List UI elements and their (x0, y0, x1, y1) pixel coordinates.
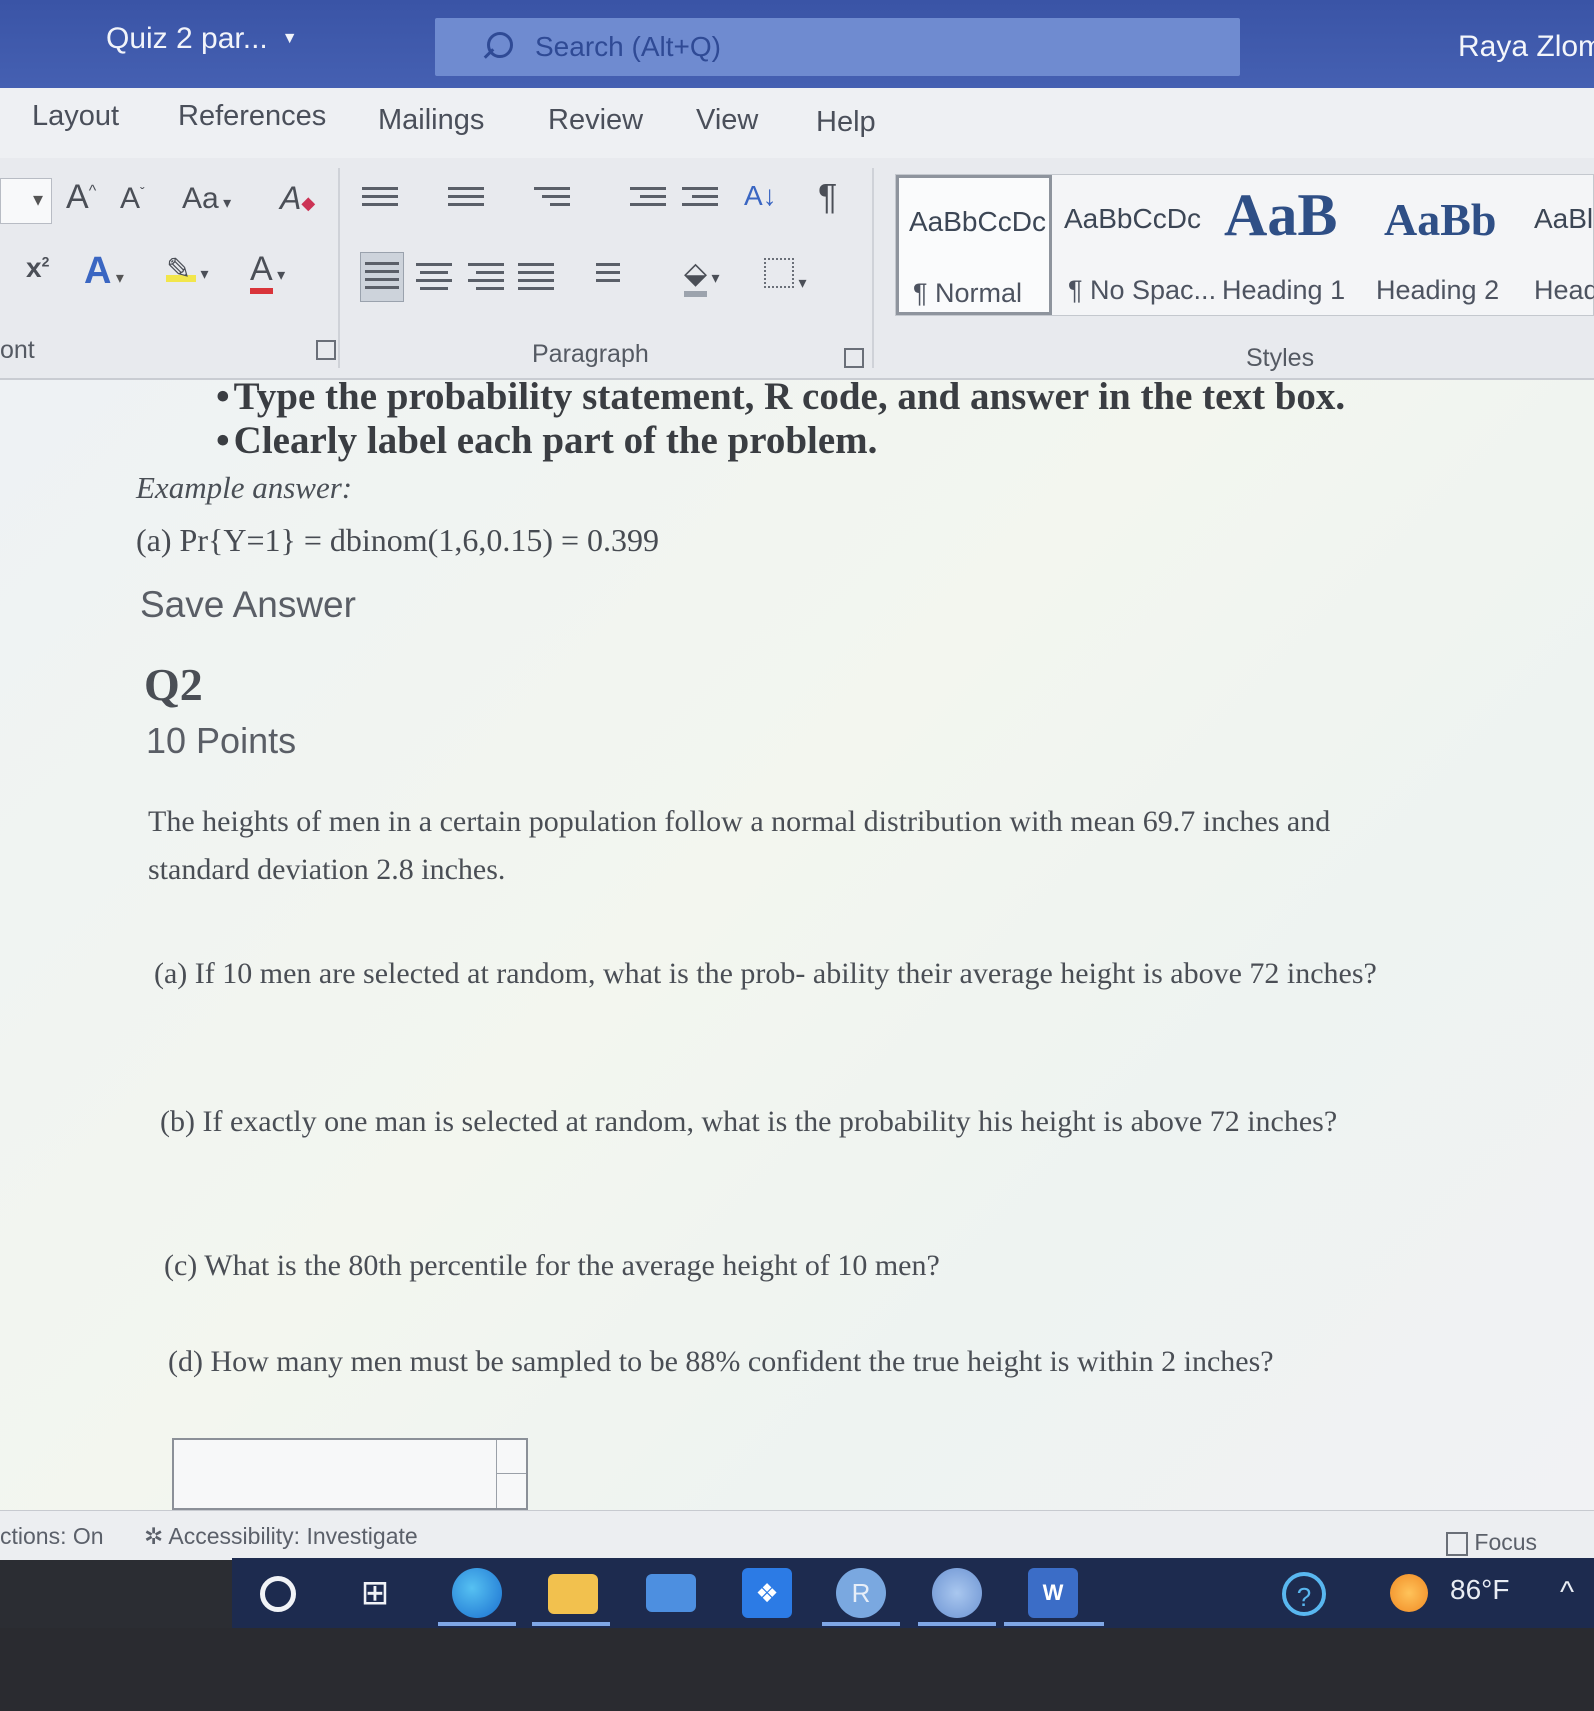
status-bar: ctions: On ✲ Accessibility: Investigate … (0, 1510, 1594, 1560)
running-indicator (438, 1622, 516, 1626)
justify-icon[interactable] (518, 258, 554, 292)
search-icon (481, 32, 513, 62)
search-box[interactable] (435, 18, 1240, 76)
question-part-a: (a) If 10 men are selected at random, wh… (154, 957, 1377, 990)
ribbon-divider (872, 168, 874, 368)
running-indicator (822, 1622, 900, 1626)
running-indicator (918, 1622, 996, 1626)
change-case-button[interactable]: Aa ▾ (182, 182, 231, 216)
tab-review[interactable]: Review (548, 104, 643, 137)
style-heading-3[interactable]: AaBl Head (1534, 175, 1594, 315)
dropbox-icon[interactable]: ❖ (742, 1568, 792, 1618)
clear-formatting-button[interactable]: A◆ (280, 180, 315, 217)
document-area: Type the probability statement, R code, … (0, 380, 1594, 1510)
tab-layout[interactable]: Layout (32, 100, 119, 133)
question-intro: The heights of men in a certain populati… (148, 805, 1331, 886)
accessibility-status[interactable]: ✲ Accessibility: Investigate (144, 1523, 418, 1550)
task-view-icon[interactable]: ⊞ (350, 1568, 400, 1618)
running-indicator (532, 1622, 610, 1626)
user-name[interactable]: Raya Zlomk (1458, 30, 1594, 64)
style-normal[interactable]: AaBbCcDc ¶ Normal (896, 175, 1052, 315)
text-predictions-status[interactable]: ctions: On (0, 1523, 104, 1550)
tab-mailings[interactable]: Mailings (378, 104, 484, 137)
sort-button[interactable]: A↓ (744, 180, 777, 212)
taskbar: ⊞ ❖ R W ? 86°F ^ (232, 1558, 1594, 1628)
font-color-button[interactable]: A ▾ (250, 250, 285, 294)
ribbon-divider (338, 168, 340, 368)
highlighter-icon: ✎ (166, 252, 196, 286)
numbering-icon[interactable] (448, 182, 484, 216)
screen-bezel (0, 1628, 1594, 1711)
paint-app-icon[interactable] (932, 1568, 982, 1618)
style-heading-1[interactable]: AaB Heading 1 (1214, 175, 1370, 315)
title-bar: Quiz 2 par... ▼ Raya Zlomk (0, 0, 1594, 88)
superscript-button[interactable]: x2 (26, 252, 49, 284)
align-center-icon[interactable] (416, 258, 452, 292)
increase-indent-icon[interactable] (682, 182, 718, 216)
styles-group-label: Styles (1246, 344, 1315, 372)
paragraph-group-label: Paragraph (532, 340, 649, 368)
font-group-label: ont (0, 336, 35, 364)
style-no-spacing[interactable]: AaBbCcDc ¶ No Spac... (1054, 175, 1216, 315)
example-label: Example answer: (136, 470, 353, 505)
start-circle-icon[interactable] (260, 1576, 296, 1612)
search-input[interactable] (535, 31, 1135, 63)
question-title: Q2 (144, 659, 203, 710)
question-part-c: (c) What is the 80th percentile for the … (164, 1249, 940, 1282)
tab-help[interactable]: Help (816, 106, 876, 139)
chevron-up-icon[interactable]: ^ (1542, 1568, 1592, 1618)
answer-text-box[interactable] (172, 1438, 528, 1510)
document-title: Quiz 2 par... (106, 22, 268, 55)
style-heading-2[interactable]: AaBb Heading 2 (1374, 175, 1530, 315)
text-effects-button[interactable]: A ▾ (84, 250, 124, 293)
word-app-icon[interactable]: W (1028, 1568, 1078, 1618)
highlight-button[interactable]: ✎ ▾ (166, 252, 208, 287)
font-size-combo[interactable] (0, 178, 52, 224)
multilevel-list-icon[interactable] (534, 182, 570, 216)
paragraph-dialog-launcher-icon[interactable] (844, 348, 864, 368)
question-part-b: (b) If exactly one man is selected at ra… (160, 1105, 1338, 1138)
instruction-bullet: Type the probability statement, R code, … (216, 380, 1346, 419)
help-icon[interactable]: ? (1282, 1572, 1326, 1616)
mail-icon[interactable] (646, 1574, 696, 1612)
example-answer: (a) Pr{Y=1} = dbinom(1,6,0.15) = 0.399 (136, 522, 660, 558)
question-points: 10 Points (146, 720, 297, 761)
font-dialog-launcher-icon[interactable] (316, 340, 336, 360)
align-left-icon[interactable] (360, 252, 404, 302)
borders-button[interactable]: ▾ (764, 258, 806, 296)
file-explorer-icon[interactable] (548, 1574, 598, 1614)
running-indicator (1004, 1622, 1104, 1626)
shrink-font-button[interactable]: Aˇ (120, 182, 145, 216)
tab-references[interactable]: References (178, 100, 326, 133)
r-app-icon[interactable]: R (836, 1568, 886, 1618)
align-right-icon[interactable] (468, 258, 504, 292)
focus-button[interactable]: Focus (1446, 1529, 1537, 1556)
border-grid-icon (764, 258, 794, 288)
document-title-dropdown[interactable]: Quiz 2 par... ▼ (106, 22, 298, 56)
accessibility-icon: ✲ (144, 1523, 164, 1549)
shading-button[interactable]: ⬙ ▾ (684, 256, 720, 297)
tab-view[interactable]: View (696, 104, 758, 137)
bullets-icon[interactable] (362, 182, 398, 216)
grow-font-button[interactable]: A^ (66, 178, 96, 217)
edge-browser-icon[interactable] (452, 1568, 502, 1618)
temperature[interactable]: 86°F (1450, 1574, 1509, 1606)
ribbon: A^ Aˇ Aa ▾ A◆ x2 A ▾ ✎ ▾ A ▾ ont A↓ ¶ ⬙ … (0, 158, 1594, 380)
weather-sun-icon[interactable] (1390, 1574, 1428, 1612)
ribbon-tabs: Layout References Mailings Review View H… (0, 88, 1594, 158)
save-answer-link[interactable]: Save Answer (140, 584, 356, 626)
decrease-indent-icon[interactable] (630, 182, 666, 216)
line-spacing-icon[interactable] (584, 258, 620, 292)
paint-bucket-icon: ⬙ (684, 256, 708, 297)
focus-icon (1446, 1531, 1468, 1556)
show-marks-button[interactable]: ¶ (818, 176, 837, 218)
chevron-down-icon: ▼ (281, 30, 298, 47)
instruction-bullet: Clearly label each part of the problem. (216, 418, 878, 463)
question-part-d: (d) How many men must be sampled to be 8… (168, 1345, 1274, 1378)
scroll-spinner[interactable] (496, 1440, 526, 1508)
styles-gallery: AaBbCcDc ¶ Normal AaBbCcDc ¶ No Spac... … (895, 174, 1594, 316)
